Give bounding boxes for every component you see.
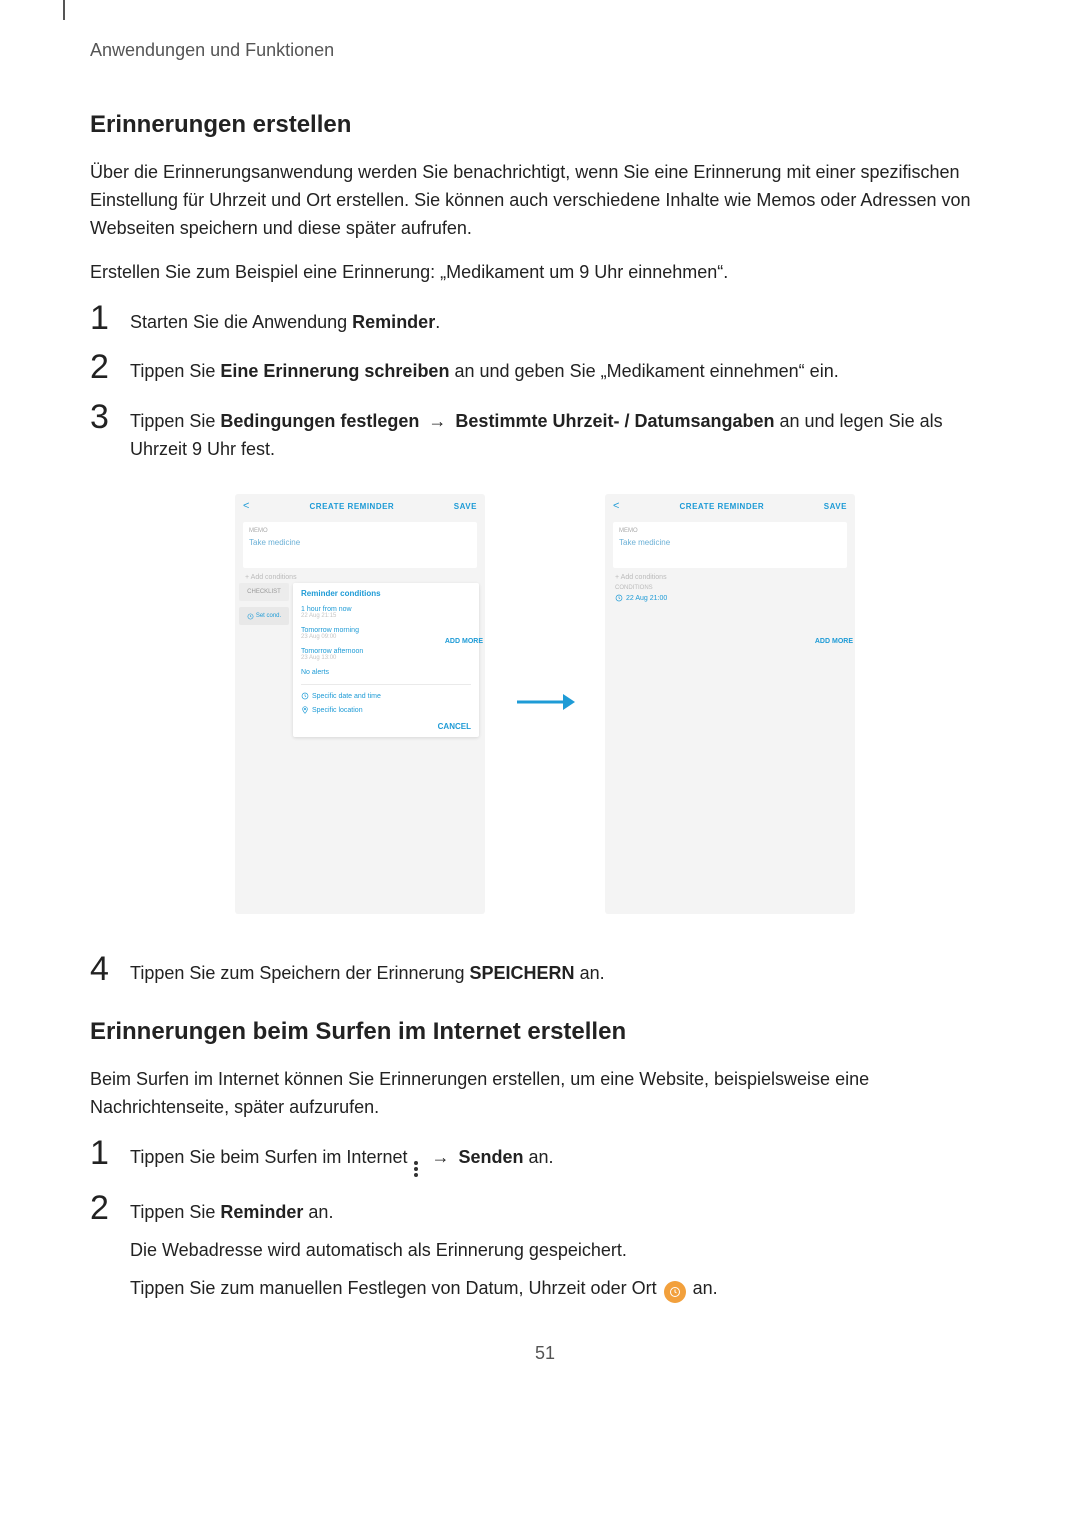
save-button: SAVE xyxy=(824,502,847,511)
page-number: 51 xyxy=(90,1343,1000,1364)
memo-label: MEMO xyxy=(249,528,471,534)
dropdown-title: Reminder conditions xyxy=(301,589,471,598)
step-a3: 3 Tippen Sie Bedingungen festlegen → Bes… xyxy=(90,402,1000,464)
steps-list-a-cont: 4 Tippen Sie zum Speichern der Erinnerun… xyxy=(90,954,1000,988)
steps-list-b: 1 Tippen Sie beim Surfen im Internet → S… xyxy=(90,1138,1000,1303)
step-number: 3 xyxy=(90,400,122,434)
screen-title: CREATE REMINDER xyxy=(680,502,765,511)
side-tab-checklist: CHECKLIST xyxy=(239,583,289,601)
step-bold: Reminder xyxy=(352,312,435,332)
add-conditions-row: + Add conditions xyxy=(245,574,475,581)
top-margin-mark xyxy=(63,0,65,20)
heading-create-reminders: Erinnerungen erstellen xyxy=(90,111,1000,139)
transition-arrow-icon xyxy=(515,690,575,719)
step-a4: 4 Tippen Sie zum Speichern der Erinnerun… xyxy=(90,954,1000,988)
add-more-link: ADD MORE xyxy=(445,638,483,645)
pin-icon xyxy=(301,706,309,714)
back-icon: < xyxy=(613,500,620,512)
clock-icon xyxy=(301,692,309,700)
intro-text-a: Über die Erinnerungsanwendung werden Sie… xyxy=(90,159,1000,243)
add-more-link: ADD MORE xyxy=(815,638,853,645)
back-icon: < xyxy=(243,500,250,512)
step-a2: 2 Tippen Sie Eine Erinnerung schreiben a… xyxy=(90,352,1000,386)
memo-text: Take medicine xyxy=(249,538,471,547)
step-number: 4 xyxy=(90,952,122,986)
example-text: Erstellen Sie zum Beispiel eine Erinneru… xyxy=(90,259,1000,287)
screen-title: CREATE REMINDER xyxy=(310,502,395,511)
side-tab-set-conditions: Set cond. xyxy=(239,607,289,625)
memo-label: MEMO xyxy=(619,528,841,534)
add-conditions-row: + Add conditions xyxy=(615,574,845,581)
arrow-icon: → xyxy=(426,1147,454,1167)
step-b2: 2 Tippen Sie Reminder an. Die Webadresse… xyxy=(90,1193,1000,1303)
step-a1: 1 Starten Sie die Anwendung Reminder. xyxy=(90,303,1000,337)
phone-screenshot-left: < CREATE REMINDER SAVE MEMO Take medicin… xyxy=(235,494,485,914)
step-b1: 1 Tippen Sie beim Surfen im Internet → S… xyxy=(90,1138,1000,1177)
settings-icon xyxy=(664,1281,686,1303)
memo-text: Take medicine xyxy=(619,538,841,547)
step-number: 1 xyxy=(90,301,122,335)
conditions-dropdown: Reminder conditions 1 hour from now 22 A… xyxy=(293,583,479,737)
step-number: 2 xyxy=(90,350,122,384)
step-number: 1 xyxy=(90,1136,122,1170)
heading-browser-reminders: Erinnerungen beim Surfen im Internet ers… xyxy=(90,1018,1000,1046)
memo-field: MEMO Take medicine xyxy=(613,522,847,568)
intro-text-b: Beim Surfen im Internet können Sie Erinn… xyxy=(90,1066,1000,1122)
arrow-icon: → xyxy=(423,411,451,431)
save-button: SAVE xyxy=(454,502,477,511)
steps-list-a: 1 Starten Sie die Anwendung Reminder. 2 … xyxy=(90,303,1000,465)
clock-icon xyxy=(247,613,254,620)
datetime-chip: 22 Aug 21:00 xyxy=(615,594,667,602)
step-text: Starten Sie die Anwendung xyxy=(130,312,352,332)
option-1hour: 1 hour from now 22 Aug 21:15 xyxy=(301,602,471,623)
option-specific-date: Specific date and time xyxy=(301,689,471,703)
step-number: 2 xyxy=(90,1191,122,1225)
memo-field: MEMO Take medicine xyxy=(243,522,477,568)
option-specific-location: Specific location xyxy=(301,703,471,717)
option-no-alerts: No alerts xyxy=(301,665,471,680)
step-sub1: Die Webadresse wird automatisch als Erin… xyxy=(130,1237,718,1265)
conditions-label: CONDITIONS xyxy=(615,585,845,591)
phone-screenshot-right: < CREATE REMINDER SAVE MEMO Take medicin… xyxy=(605,494,855,914)
section-header: Anwendungen und Funktionen xyxy=(90,40,1000,61)
option-tomorrow-afternoon: Tomorrow afternoon 23 Aug 13:00 xyxy=(301,644,471,665)
more-icon xyxy=(414,1161,420,1177)
cancel-button: CANCEL xyxy=(301,717,471,731)
screenshot-row: < CREATE REMINDER SAVE MEMO Take medicin… xyxy=(90,494,1000,914)
clock-icon xyxy=(615,594,623,602)
